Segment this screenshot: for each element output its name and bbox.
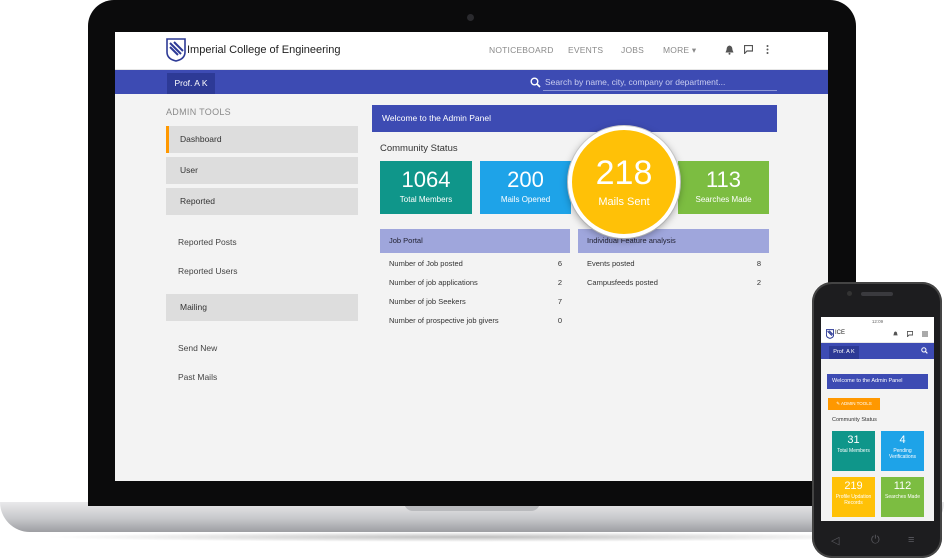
nav-events[interactable]: EVENTS: [568, 45, 603, 55]
phone-screen: 12:09 ICE Prof. A K Welcome to the Admin…: [821, 317, 934, 521]
stat-value: 31: [847, 434, 860, 446]
sidebar-item-user[interactable]: User: [166, 157, 358, 184]
stat-label: Searches Made: [695, 195, 752, 204]
stat-tile-total-members[interactable]: 1064 Total Members: [380, 161, 472, 214]
nav-more-dropdown[interactable]: MORE ▾: [663, 45, 696, 56]
stat-value: 218: [595, 154, 653, 192]
table-row: Number of job applications 2: [380, 274, 570, 293]
sidebar-subitem-past-mails[interactable]: Past Mails: [178, 372, 217, 382]
college-logo-icon: [166, 38, 186, 62]
table-row: Events posted 8: [578, 255, 769, 274]
welcome-banner: Welcome to the Admin Panel: [372, 105, 777, 132]
row-value: 2: [557, 278, 562, 287]
row-value: 2: [756, 278, 761, 287]
row-value: 8: [756, 259, 761, 268]
search-input[interactable]: [543, 74, 777, 91]
laptop-shadow: [40, 532, 904, 542]
stat-label: Total Members: [399, 195, 453, 204]
phone-community-status-heading: Community Status: [832, 417, 877, 423]
table-row: Number of Job posted 6: [380, 255, 570, 274]
menu-icon[interactable]: [922, 331, 928, 337]
sidebar-subitem-reported-users[interactable]: Reported Users: [178, 266, 238, 276]
phone-camera: [847, 291, 852, 296]
stat-value: 112: [893, 480, 912, 492]
search-icon[interactable]: [530, 77, 541, 88]
admin-tools-heading: ADMIN TOOLS: [166, 107, 231, 117]
sidebar-subitem-reported-posts[interactable]: Reported Posts: [178, 237, 237, 247]
table-row: Number of prospective job givers 0: [380, 312, 570, 331]
job-portal-list: Number of Job posted 6 Number of job appl…: [380, 255, 570, 331]
power-icon[interactable]: ⏻: [871, 534, 880, 547]
bell-icon[interactable]: [725, 45, 734, 55]
job-portal-title: Job Portal: [380, 229, 570, 253]
row-label: Events posted: [587, 259, 635, 268]
stat-label: Searches Made: [884, 494, 921, 500]
feature-analysis-list: Events posted 8 Campusfeeds posted 2: [578, 255, 769, 293]
stat-value: 113: [705, 167, 742, 192]
phone-stat-total-members[interactable]: 31 Total Members: [832, 431, 875, 471]
phone-stat-searches-made[interactable]: 112 Searches Made: [881, 477, 924, 517]
brand-name[interactable]: Imperial College of Engineering: [187, 44, 340, 56]
back-icon[interactable]: ◁: [831, 534, 839, 547]
stat-label: Mails Sent: [598, 196, 650, 208]
stat-value: 200: [507, 167, 544, 192]
row-value: 7: [557, 297, 562, 306]
phone-brand[interactable]: ICE: [835, 330, 845, 336]
sidebar-item-mailing[interactable]: Mailing: [166, 294, 358, 321]
phone-speaker: [861, 292, 893, 296]
sidebar-item-dashboard[interactable]: Dashboard: [166, 126, 358, 153]
chat-icon[interactable]: [744, 45, 753, 54]
stat-label: Total Members: [837, 448, 870, 454]
stat-tile-mails-opened[interactable]: 200 Mails Opened: [480, 161, 571, 214]
row-label: Number of job Seekers: [389, 297, 466, 306]
phone-admin-tools-button[interactable]: ✎ ADMIN TOOLS: [828, 398, 880, 410]
user-profile-button[interactable]: Prof. A K: [167, 73, 215, 94]
bell-icon[interactable]: [893, 331, 898, 337]
chat-icon[interactable]: [907, 331, 913, 337]
phone-user-profile-button[interactable]: Prof. A K: [829, 346, 859, 359]
row-label: Number of Job posted: [389, 259, 463, 268]
college-logo-icon: [826, 329, 834, 339]
stat-label: Profile Updation Records: [835, 494, 872, 506]
stat-label: Pending Verifications: [889, 448, 916, 460]
stat-value: 4: [899, 434, 906, 446]
search-icon[interactable]: [921, 347, 928, 354]
row-value: 0: [557, 316, 562, 325]
stat-value: 219: [844, 480, 863, 492]
row-label: Number of prospective job givers: [389, 316, 499, 325]
phone-stat-pending-verifications[interactable]: 4 Pending Verifications: [881, 431, 924, 471]
stat-value: 1064: [401, 167, 451, 192]
stat-tile-mails-sent-highlight[interactable]: 218 Mails Sent: [568, 126, 680, 238]
row-label: Number of job applications: [389, 278, 478, 287]
phone-status-time: 12:09: [821, 317, 934, 326]
stat-label: Mails Opened: [500, 195, 551, 204]
laptop-screen: Imperial College of Engineering NOTICEBO…: [115, 32, 828, 481]
sidebar-item-reported[interactable]: Reported: [166, 188, 358, 215]
sidebar-subitem-send-new[interactable]: Send New: [178, 343, 217, 353]
stat-tile-searches-made[interactable]: 113 Searches Made: [678, 161, 769, 214]
nav-jobs[interactable]: JOBS: [621, 45, 644, 55]
phone-admin-tools-label: ADMIN TOOLS: [840, 401, 872, 406]
row-label: Campusfeeds posted: [587, 278, 658, 287]
phone-stat-profile-updation[interactable]: 219 Profile Updation Records: [832, 477, 875, 517]
table-row: Campusfeeds posted 2: [578, 274, 769, 293]
phone-welcome-banner: Welcome to the Admin Panel: [827, 374, 928, 389]
laptop-camera: [467, 14, 474, 21]
community-status-heading: Community Status: [380, 143, 458, 154]
menu-icon[interactable]: ≡: [908, 534, 914, 546]
nav-noticeboard[interactable]: NOTICEBOARD: [489, 45, 554, 55]
row-value: 6: [557, 259, 562, 268]
more-vert-icon[interactable]: [766, 45, 769, 54]
table-row: Number of job Seekers 7: [380, 293, 570, 312]
